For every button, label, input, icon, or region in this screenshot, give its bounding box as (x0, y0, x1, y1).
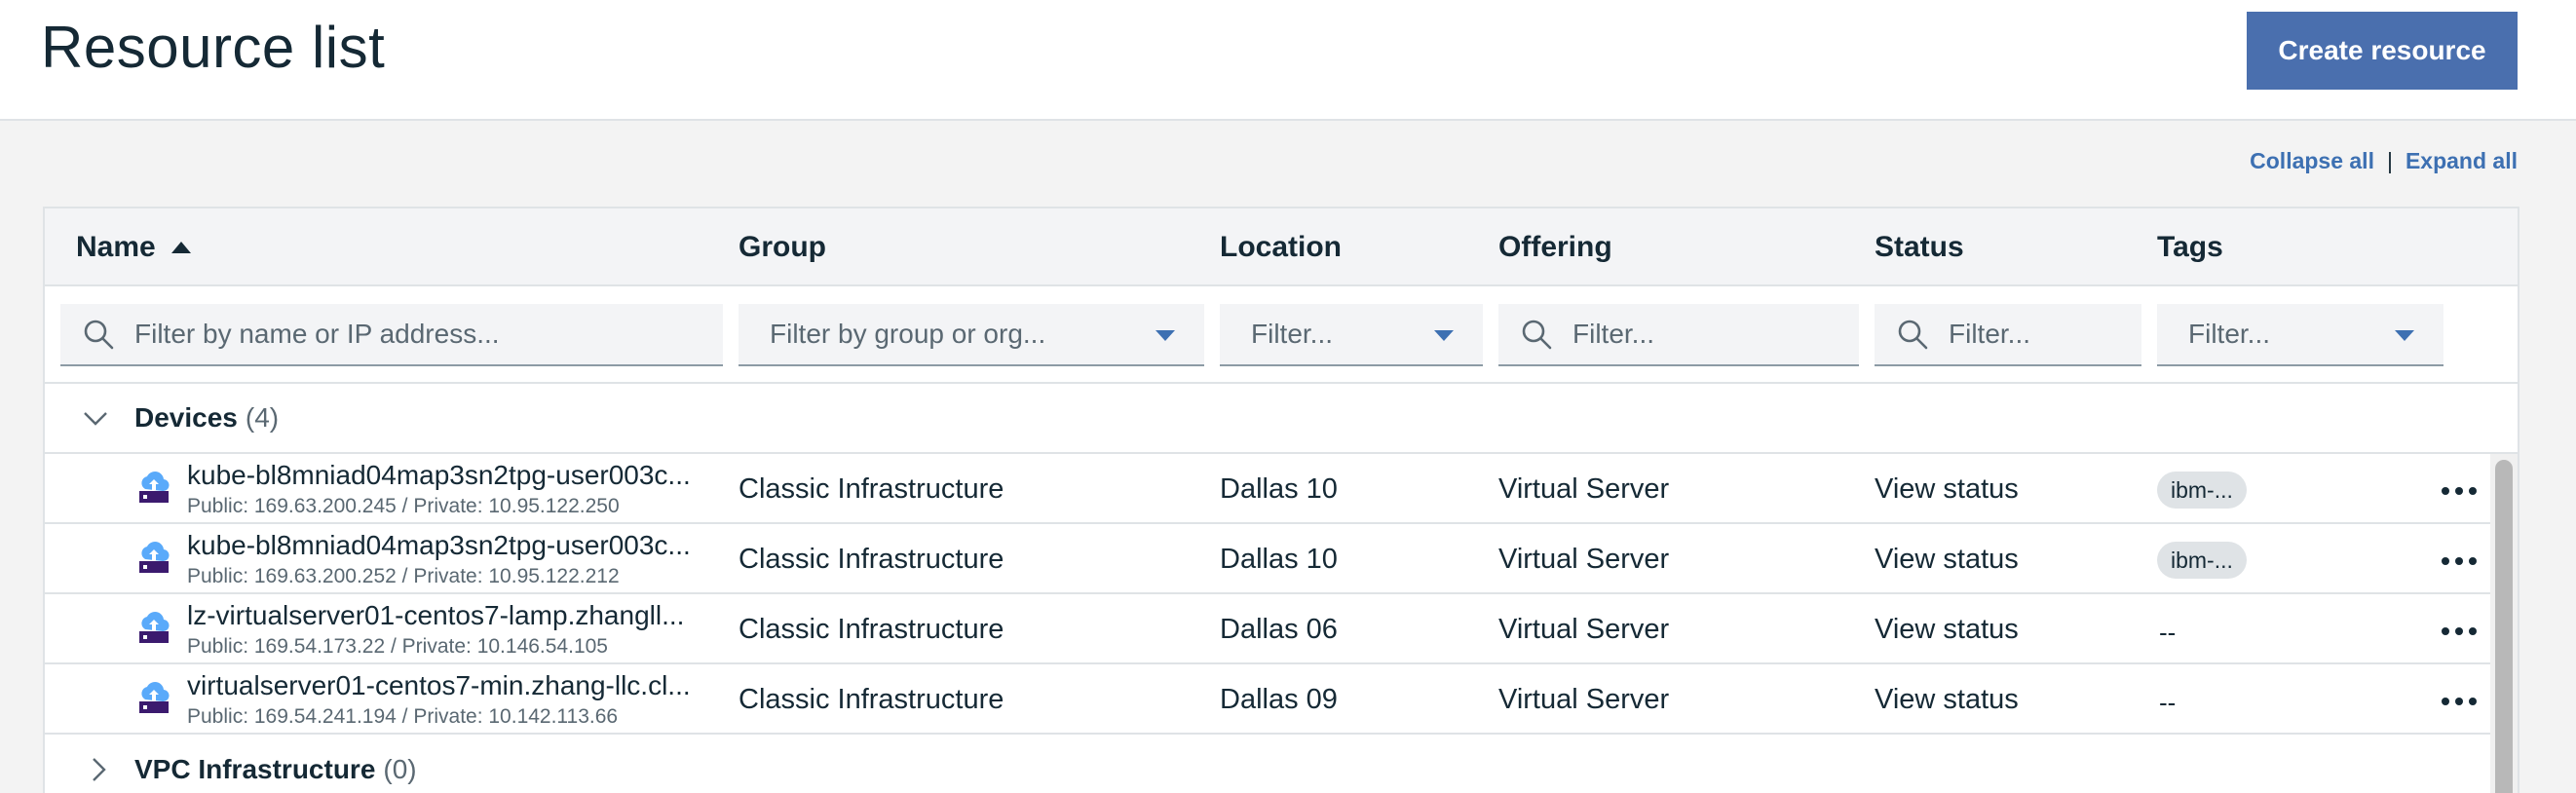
search-icon (84, 320, 114, 350)
group-row-devices[interactable]: Devices (4) (45, 384, 2518, 454)
filter-row: Filter by name or IP address... Filter b… (45, 286, 2518, 384)
location-cell: Dallas 10 (1220, 544, 1338, 575)
tags-empty-value: -- (2159, 618, 2177, 647)
virtual-server-cloud-icon (139, 542, 170, 573)
status-filter-placeholder: Filter... (1949, 319, 2031, 349)
resource-ip-text: Public: 169.63.200.245 / Private: 10.95.… (187, 495, 620, 517)
group-cell: Classic Infrastructure (739, 684, 1004, 715)
view-status-link[interactable]: View status (1875, 614, 2019, 646)
tag-pill[interactable]: ibm-... (2157, 472, 2247, 509)
group-filter-dropdown[interactable]: Filter by group or org... (739, 304, 1204, 366)
location-cell: Dallas 06 (1220, 614, 1338, 645)
caret-down-icon (2395, 330, 2414, 341)
page-header: Resource list Create resource (0, 0, 2576, 121)
caret-down-icon (1434, 330, 1454, 341)
resource-table: Name Group Location Offering Status Tags… (43, 207, 2519, 793)
virtual-server-cloud-icon (139, 682, 170, 713)
location-filter-dropdown[interactable]: Filter... (1220, 304, 1483, 366)
name-filter-input[interactable]: Filter by name or IP address... (60, 304, 723, 366)
location-cell: Dallas 09 (1220, 684, 1338, 715)
group-cell: Classic Infrastructure (739, 614, 1004, 645)
resource-name-link[interactable]: kube-bl8mniad04map3sn2tpg-user003c... (187, 530, 758, 561)
column-header-name-label: Name (76, 231, 156, 263)
group-cell: Classic Infrastructure (739, 544, 1004, 575)
resource-name-link[interactable]: virtualserver01-centos7-min.zhang-llc.cl… (187, 670, 758, 701)
scrollbar-thumb[interactable] (2495, 460, 2513, 793)
resource-ip-text: Public: 169.63.200.252 / Private: 10.95.… (187, 565, 620, 587)
virtual-server-cloud-icon (139, 472, 170, 503)
table-row[interactable]: lz-virtualserver01-centos7-lamp.zhangll.… (45, 594, 2490, 664)
offering-cell: Virtual Server (1498, 544, 1670, 575)
offering-cell: Virtual Server (1498, 473, 1670, 505)
resource-ip-text: Public: 169.54.241.194 / Private: 10.142… (187, 705, 619, 728)
group-filter-placeholder: Filter by group or org... (770, 319, 1046, 349)
column-header-status[interactable]: Status (1875, 208, 1964, 286)
page-title: Resource list (41, 15, 386, 80)
collapse-expand-controls: Collapse all | Expand all (2250, 148, 2518, 174)
table-row[interactable]: kube-bl8mniad04map3sn2tpg-user003c... Pu… (45, 454, 2490, 524)
sort-ascending-icon[interactable] (170, 242, 191, 253)
offering-cell: Virtual Server (1498, 684, 1670, 715)
column-header-name[interactable]: Name (76, 208, 191, 286)
resource-name-link[interactable]: lz-virtualserver01-centos7-lamp.zhangll.… (187, 600, 758, 631)
search-icon (1898, 320, 1928, 350)
view-status-link[interactable]: View status (1875, 473, 2019, 506)
caret-down-icon (1155, 330, 1175, 341)
tags-filter-placeholder: Filter... (2188, 319, 2271, 349)
group-count: (0) (383, 754, 417, 784)
create-resource-button[interactable]: Create resource (2247, 12, 2518, 90)
offering-filter-placeholder: Filter... (1572, 319, 1655, 349)
overflow-menu-icon[interactable] (2442, 487, 2477, 495)
column-header-location[interactable]: Location (1220, 208, 1342, 286)
column-header-tags[interactable]: Tags (2157, 208, 2223, 286)
column-header-group[interactable]: Group (739, 208, 826, 286)
tags-filter-dropdown[interactable]: Filter... (2157, 304, 2443, 366)
group-count: (4) (245, 402, 280, 433)
group-row-vpc-infrastructure[interactable]: VPC Infrastructure (0) (45, 735, 2518, 793)
location-filter-placeholder: Filter... (1251, 319, 1334, 349)
collapse-all-link[interactable]: Collapse all (2250, 148, 2374, 174)
resource-name-link[interactable]: kube-bl8mniad04map3sn2tpg-user003c... (187, 460, 758, 491)
resource-ip-text: Public: 169.54.173.22 / Private: 10.146.… (187, 635, 608, 658)
group-label: VPC Infrastructure (0) (134, 754, 417, 785)
expand-all-link[interactable]: Expand all (2406, 148, 2518, 174)
tag-pill[interactable]: ibm-... (2157, 542, 2247, 579)
link-separator: | (2386, 148, 2393, 173)
virtual-server-cloud-icon (139, 612, 170, 643)
group-label: Devices (4) (134, 402, 279, 434)
column-header-offering[interactable]: Offering (1498, 208, 1612, 286)
table-row[interactable]: kube-bl8mniad04map3sn2tpg-user003c... Pu… (45, 524, 2490, 594)
location-cell: Dallas 10 (1220, 473, 1338, 505)
name-filter-placeholder: Filter by name or IP address... (134, 319, 500, 349)
chevron-down-icon[interactable] (82, 408, 109, 428)
status-filter-input[interactable]: Filter... (1875, 304, 2141, 366)
offering-cell: Virtual Server (1498, 614, 1670, 645)
table-header: Name Group Location Offering Status Tags (45, 208, 2518, 286)
overflow-menu-icon[interactable] (2442, 698, 2477, 705)
group-name: VPC Infrastructure (134, 754, 376, 784)
group-cell: Classic Infrastructure (739, 473, 1004, 505)
tags-empty-value: -- (2159, 688, 2177, 717)
group-name: Devices (134, 402, 238, 433)
overflow-menu-icon[interactable] (2442, 627, 2477, 635)
search-icon (1522, 320, 1552, 350)
table-row[interactable]: virtualserver01-centos7-min.zhang-llc.cl… (45, 664, 2490, 735)
chevron-right-icon[interactable] (86, 756, 113, 783)
view-status-link[interactable]: View status (1875, 544, 2019, 576)
view-status-link[interactable]: View status (1875, 684, 2019, 716)
offering-filter-input[interactable]: Filter... (1498, 304, 1859, 366)
overflow-menu-icon[interactable] (2442, 557, 2477, 565)
